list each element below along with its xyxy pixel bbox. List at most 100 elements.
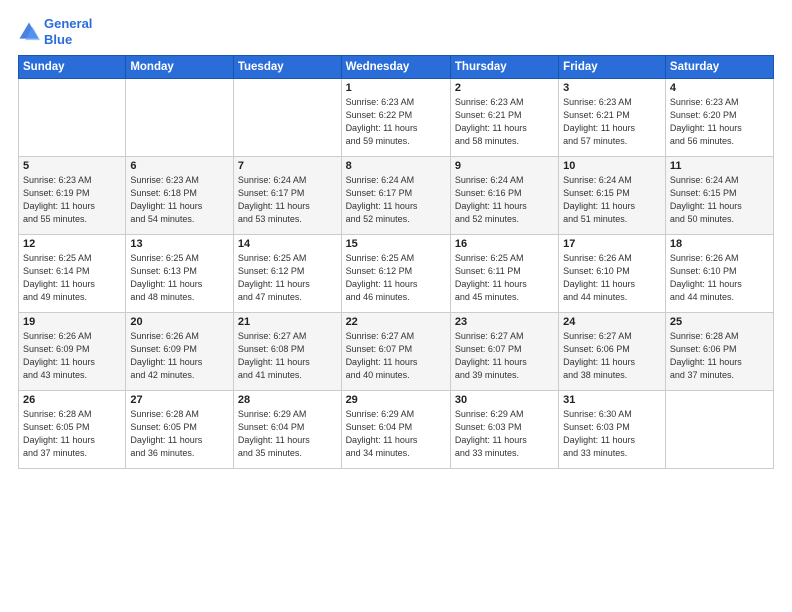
calendar-cell: 15Sunrise: 6:25 AM Sunset: 6:12 PM Dayli…	[341, 235, 450, 313]
day-info: Sunrise: 6:29 AM Sunset: 6:04 PM Dayligh…	[238, 408, 337, 460]
day-info: Sunrise: 6:26 AM Sunset: 6:10 PM Dayligh…	[563, 252, 661, 304]
week-row-1: 1 Sunrise: 6:23 AM Sunset: 6:22 PM Daylig…	[19, 79, 774, 157]
day-info: Sunrise: 6:27 AM Sunset: 6:08 PM Dayligh…	[238, 330, 337, 382]
day-number: 8	[346, 160, 446, 172]
calendar-cell: 24 Sunrise: 6:27 AM Sunset: 6:06 PM Dayli…	[559, 313, 666, 391]
day-info: Sunrise: 6:25 AM Sunset: 6:13 PM Dayligh…	[130, 252, 229, 304]
day-number: 10	[563, 160, 661, 172]
calendar-cell: 1 Sunrise: 6:23 AM Sunset: 6:22 PM Daylig…	[341, 79, 450, 157]
day-info: Sunrise: 6:25 AM Sunset: 6:11 PM Dayligh…	[455, 252, 554, 304]
day-number: 15	[346, 238, 446, 250]
calendar-cell: 28 Sunrise: 6:29 AM Sunset: 6:04 PM Dayli…	[233, 391, 341, 469]
day-info: Sunrise: 6:26 AM Sunset: 6:09 PM Dayligh…	[23, 330, 121, 382]
calendar-cell: 5 Sunrise: 6:23 AM Sunset: 6:19 PM Daylig…	[19, 157, 126, 235]
day-number: 30	[455, 394, 554, 406]
weekday-header-saturday: Saturday	[665, 56, 773, 79]
day-number: 21	[238, 316, 337, 328]
day-info: Sunrise: 6:26 AM Sunset: 6:10 PM Dayligh…	[670, 252, 769, 304]
calendar-cell	[665, 391, 773, 469]
calendar-cell: 19 Sunrise: 6:26 AM Sunset: 6:09 PM Dayli…	[19, 313, 126, 391]
day-number: 3	[563, 82, 661, 94]
day-info: Sunrise: 6:27 AM Sunset: 6:06 PM Dayligh…	[563, 330, 661, 382]
day-number: 18	[670, 238, 769, 250]
day-number: 17	[563, 238, 661, 250]
calendar-cell: 20 Sunrise: 6:26 AM Sunset: 6:09 PM Dayli…	[126, 313, 234, 391]
day-info: Sunrise: 6:23 AM Sunset: 6:21 PM Dayligh…	[455, 96, 554, 148]
calendar-cell: 8 Sunrise: 6:24 AM Sunset: 6:17 PM Daylig…	[341, 157, 450, 235]
day-number: 22	[346, 316, 446, 328]
calendar-cell: 25 Sunrise: 6:28 AM Sunset: 6:06 PM Dayli…	[665, 313, 773, 391]
calendar-cell: 17 Sunrise: 6:26 AM Sunset: 6:10 PM Dayli…	[559, 235, 666, 313]
day-info: Sunrise: 6:23 AM Sunset: 6:21 PM Dayligh…	[563, 96, 661, 148]
calendar-cell	[126, 79, 234, 157]
day-number: 11	[670, 160, 769, 172]
day-info: Sunrise: 6:29 AM Sunset: 6:04 PM Dayligh…	[346, 408, 446, 460]
calendar-cell: 21 Sunrise: 6:27 AM Sunset: 6:08 PM Dayli…	[233, 313, 341, 391]
day-info: Sunrise: 6:26 AM Sunset: 6:09 PM Dayligh…	[130, 330, 229, 382]
day-info: Sunrise: 6:27 AM Sunset: 6:07 PM Dayligh…	[455, 330, 554, 382]
weekday-header-thursday: Thursday	[450, 56, 558, 79]
day-number: 28	[238, 394, 337, 406]
day-number: 20	[130, 316, 229, 328]
calendar-cell: 29 Sunrise: 6:29 AM Sunset: 6:04 PM Dayli…	[341, 391, 450, 469]
day-info: Sunrise: 6:28 AM Sunset: 6:06 PM Dayligh…	[670, 330, 769, 382]
calendar-cell: 7Sunrise: 6:24 AM Sunset: 6:17 PM Daylig…	[233, 157, 341, 235]
calendar-cell: 16 Sunrise: 6:25 AM Sunset: 6:11 PM Dayli…	[450, 235, 558, 313]
calendar-cell: 26 Sunrise: 6:28 AM Sunset: 6:05 PM Dayli…	[19, 391, 126, 469]
week-row-5: 26 Sunrise: 6:28 AM Sunset: 6:05 PM Dayli…	[19, 391, 774, 469]
day-number: 4	[670, 82, 769, 94]
logo-icon	[18, 21, 40, 43]
calendar-cell	[233, 79, 341, 157]
day-info: Sunrise: 6:24 AM Sunset: 6:15 PM Dayligh…	[563, 174, 661, 226]
weekday-header-wednesday: Wednesday	[341, 56, 450, 79]
calendar-cell: 31Sunrise: 6:30 AM Sunset: 6:03 PM Dayli…	[559, 391, 666, 469]
day-info: Sunrise: 6:29 AM Sunset: 6:03 PM Dayligh…	[455, 408, 554, 460]
day-info: Sunrise: 6:25 AM Sunset: 6:12 PM Dayligh…	[238, 252, 337, 304]
day-info: Sunrise: 6:23 AM Sunset: 6:20 PM Dayligh…	[670, 96, 769, 148]
day-number: 13	[130, 238, 229, 250]
day-info: Sunrise: 6:28 AM Sunset: 6:05 PM Dayligh…	[23, 408, 121, 460]
day-number: 29	[346, 394, 446, 406]
calendar-cell: 2Sunrise: 6:23 AM Sunset: 6:21 PM Daylig…	[450, 79, 558, 157]
calendar-cell: 18 Sunrise: 6:26 AM Sunset: 6:10 PM Dayli…	[665, 235, 773, 313]
day-number: 12	[23, 238, 121, 250]
day-info: Sunrise: 6:24 AM Sunset: 6:17 PM Dayligh…	[238, 174, 337, 226]
calendar: SundayMondayTuesdayWednesdayThursdayFrid…	[18, 55, 774, 469]
day-number: 27	[130, 394, 229, 406]
calendar-cell	[19, 79, 126, 157]
logo-text: General Blue	[44, 16, 92, 47]
weekday-header-monday: Monday	[126, 56, 234, 79]
day-number: 19	[23, 316, 121, 328]
day-number: 16	[455, 238, 554, 250]
day-info: Sunrise: 6:27 AM Sunset: 6:07 PM Dayligh…	[346, 330, 446, 382]
weekday-header-tuesday: Tuesday	[233, 56, 341, 79]
calendar-cell: 10 Sunrise: 6:24 AM Sunset: 6:15 PM Dayli…	[559, 157, 666, 235]
day-info: Sunrise: 6:25 AM Sunset: 6:14 PM Dayligh…	[23, 252, 121, 304]
day-info: Sunrise: 6:28 AM Sunset: 6:05 PM Dayligh…	[130, 408, 229, 460]
day-number: 5	[23, 160, 121, 172]
day-number: 26	[23, 394, 121, 406]
day-info: Sunrise: 6:24 AM Sunset: 6:15 PM Dayligh…	[670, 174, 769, 226]
weekday-header-sunday: Sunday	[19, 56, 126, 79]
day-number: 14	[238, 238, 337, 250]
calendar-cell: 11 Sunrise: 6:24 AM Sunset: 6:15 PM Dayli…	[665, 157, 773, 235]
day-number: 6	[130, 160, 229, 172]
calendar-cell: 3 Sunrise: 6:23 AM Sunset: 6:21 PM Daylig…	[559, 79, 666, 157]
day-number: 1	[346, 82, 446, 94]
day-info: Sunrise: 6:23 AM Sunset: 6:18 PM Dayligh…	[130, 174, 229, 226]
day-info: Sunrise: 6:24 AM Sunset: 6:17 PM Dayligh…	[346, 174, 446, 226]
day-number: 25	[670, 316, 769, 328]
day-info: Sunrise: 6:23 AM Sunset: 6:22 PM Dayligh…	[346, 96, 446, 148]
calendar-cell: 14 Sunrise: 6:25 AM Sunset: 6:12 PM Dayli…	[233, 235, 341, 313]
calendar-cell: 4 Sunrise: 6:23 AM Sunset: 6:20 PM Daylig…	[665, 79, 773, 157]
week-row-2: 5 Sunrise: 6:23 AM Sunset: 6:19 PM Daylig…	[19, 157, 774, 235]
header: General Blue	[18, 16, 774, 47]
calendar-cell: 22 Sunrise: 6:27 AM Sunset: 6:07 PM Dayli…	[341, 313, 450, 391]
day-info: Sunrise: 6:23 AM Sunset: 6:19 PM Dayligh…	[23, 174, 121, 226]
calendar-cell: 12 Sunrise: 6:25 AM Sunset: 6:14 PM Dayli…	[19, 235, 126, 313]
weekday-header-row: SundayMondayTuesdayWednesdayThursdayFrid…	[19, 56, 774, 79]
week-row-4: 19 Sunrise: 6:26 AM Sunset: 6:09 PM Dayli…	[19, 313, 774, 391]
day-number: 24	[563, 316, 661, 328]
calendar-cell: 9Sunrise: 6:24 AM Sunset: 6:16 PM Daylig…	[450, 157, 558, 235]
day-info: Sunrise: 6:30 AM Sunset: 6:03 PM Dayligh…	[563, 408, 661, 460]
